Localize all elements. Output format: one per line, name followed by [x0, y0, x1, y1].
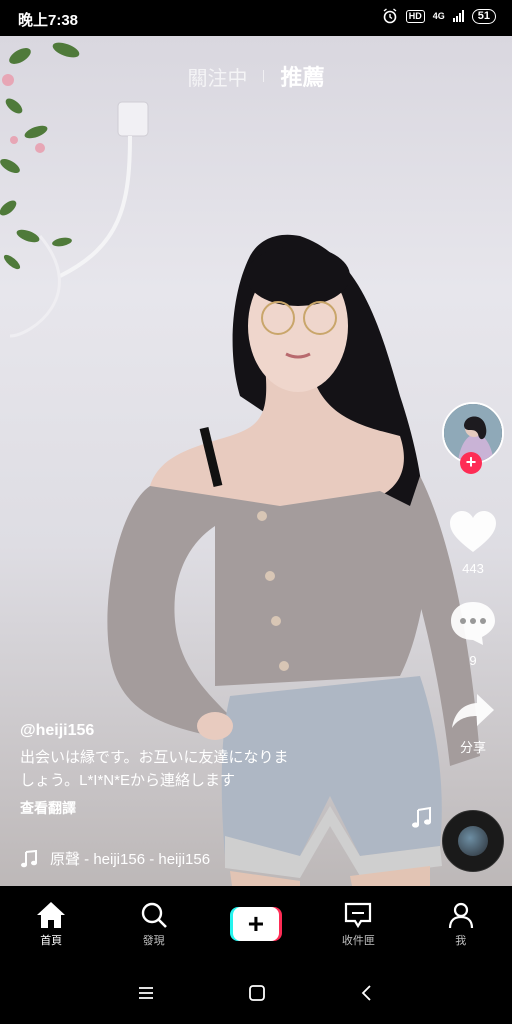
back-icon[interactable] [359, 984, 375, 1002]
share-icon [452, 694, 494, 728]
post-caption: @heiji156 出会いは縁です。お互いに友達になりま しょう。L*I*N*E… [20, 722, 400, 818]
nav-discover[interactable]: 發現 [114, 901, 194, 948]
music-note-icon [21, 849, 37, 867]
comment-count: 9 [469, 653, 477, 668]
post-description-line2: しょう。L*I*N*Eから連絡します [20, 772, 235, 789]
like-button[interactable]: 443 [440, 510, 506, 576]
hd-icon: HD [405, 9, 425, 23]
system-nav-bar [0, 962, 512, 1024]
nav-create[interactable]: + [216, 907, 296, 941]
post-username[interactable]: @heiji156 [20, 722, 400, 740]
music-info[interactable]: 原聲 - heiji156 - heiji156 [20, 848, 210, 869]
nav-inbox[interactable]: 收件匣 [318, 901, 398, 948]
comment-button[interactable]: 9 [440, 600, 506, 668]
feed-tabs: 關注中 推薦 [0, 60, 512, 92]
nav-me-label: 我 [455, 934, 467, 947]
comment-icon [451, 602, 495, 645]
follow-button[interactable]: + [460, 452, 482, 474]
post-description-line1: 出会いは縁です。お互いに友達になりま [20, 749, 289, 766]
inbox-icon [345, 902, 372, 928]
translate-link[interactable]: 查看翻譯 [20, 798, 400, 818]
battery-icon: 51 [471, 8, 496, 24]
tab-following[interactable]: 關注中 [187, 62, 247, 91]
share-label: 分享 [459, 740, 486, 755]
home-square-icon[interactable] [248, 984, 266, 1002]
nav-me[interactable]: 我 [421, 901, 501, 948]
music-disc[interactable] [442, 810, 504, 872]
status-bar: 晚上7:38 HD 4G 51 [0, 0, 512, 36]
share-button[interactable]: 分享 [440, 692, 506, 756]
heart-icon [450, 511, 496, 552]
menu-icon[interactable] [137, 985, 155, 1001]
nav-home-label: 首頁 [40, 934, 63, 947]
status-time: 晚上7:38 [18, 12, 79, 29]
home-icon [37, 901, 66, 928]
search-icon [141, 902, 167, 928]
tab-divider [263, 70, 265, 82]
nav-home[interactable]: 首頁 [11, 901, 91, 948]
music-disc-cover [458, 826, 488, 856]
plus-icon: + [232, 907, 279, 941]
bottom-nav: 首頁 發現 + 收件匣 我 [0, 886, 512, 962]
like-count: 443 [462, 561, 484, 576]
profile-icon [448, 902, 473, 928]
create-button[interactable]: + [229, 907, 282, 941]
nav-inbox-label: 收件匣 [341, 934, 375, 947]
music-title: 原聲 - heiji156 - heiji156 [50, 851, 211, 868]
floating-music-note-icon [412, 806, 431, 828]
signal-icon [452, 10, 464, 22]
network-label: 4G [432, 11, 445, 21]
alarm-icon [383, 8, 397, 24]
tab-recommended[interactable]: 推薦 [280, 60, 324, 92]
nav-discover-label: 發現 [142, 934, 165, 947]
